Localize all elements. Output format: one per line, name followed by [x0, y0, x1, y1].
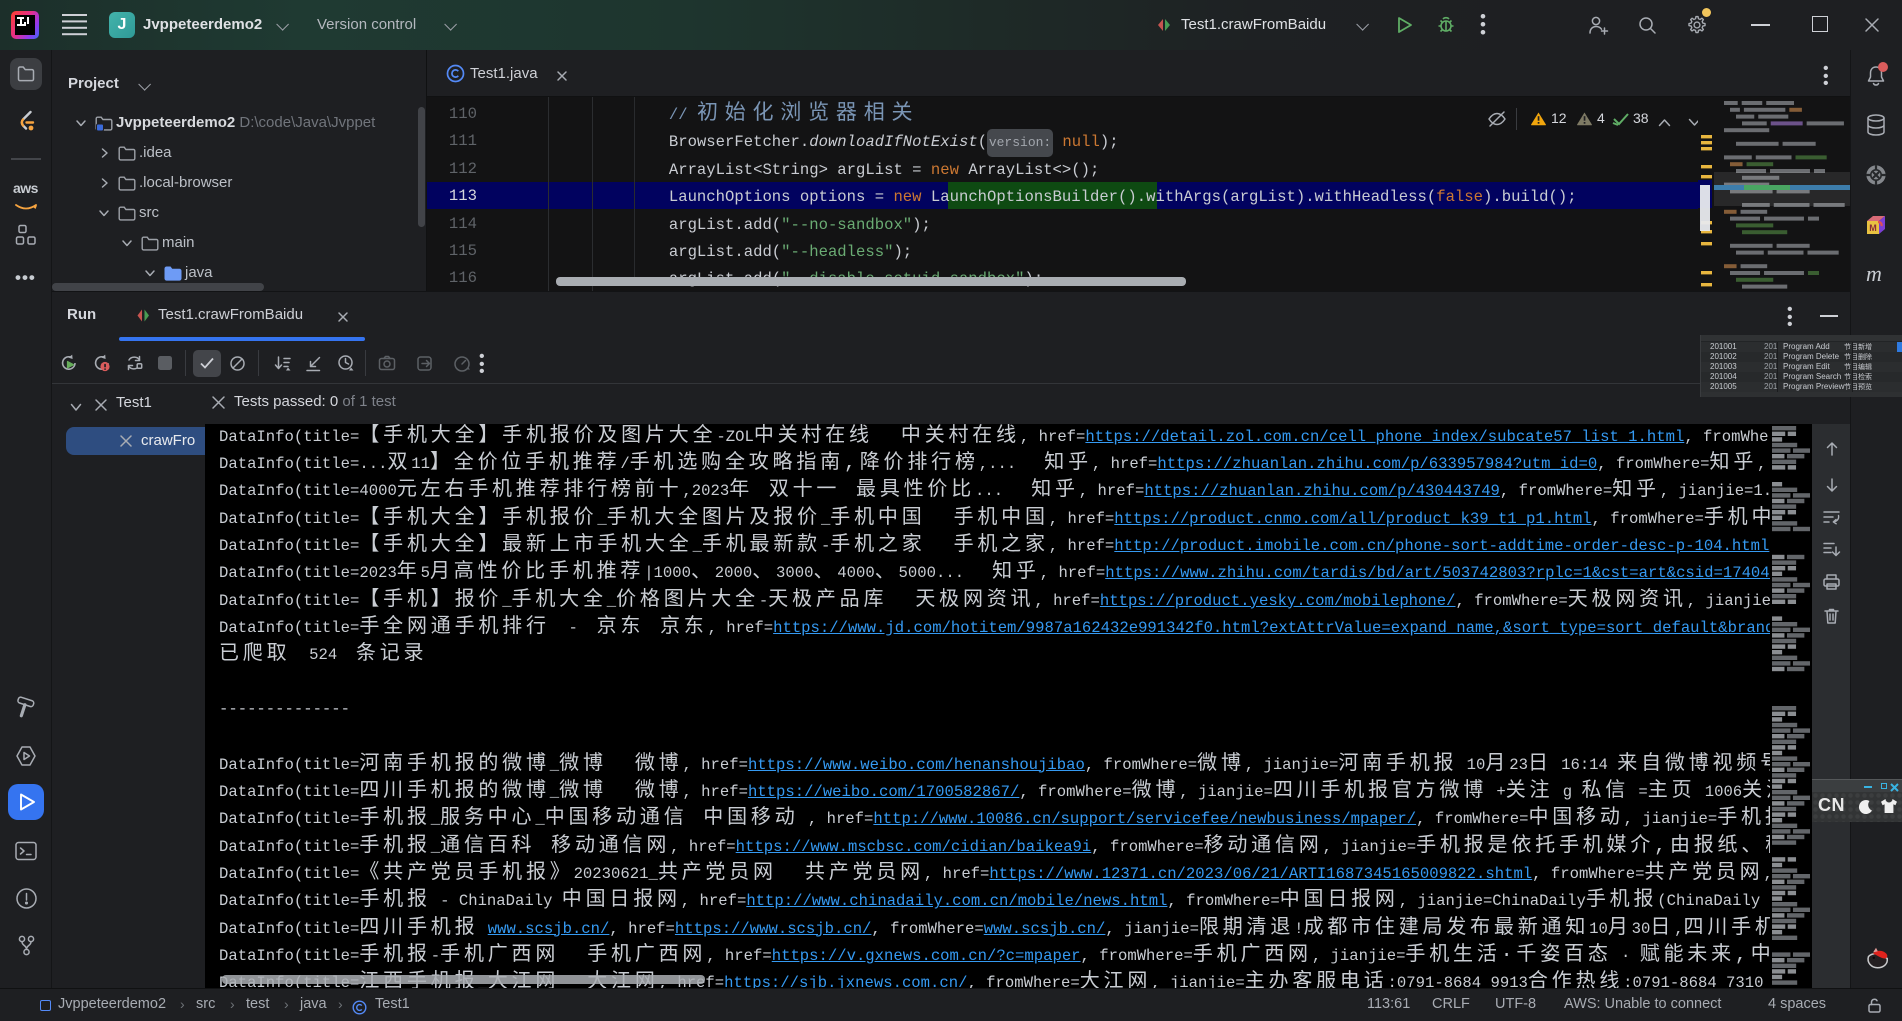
svg-text:M: M — [1869, 223, 1877, 233]
